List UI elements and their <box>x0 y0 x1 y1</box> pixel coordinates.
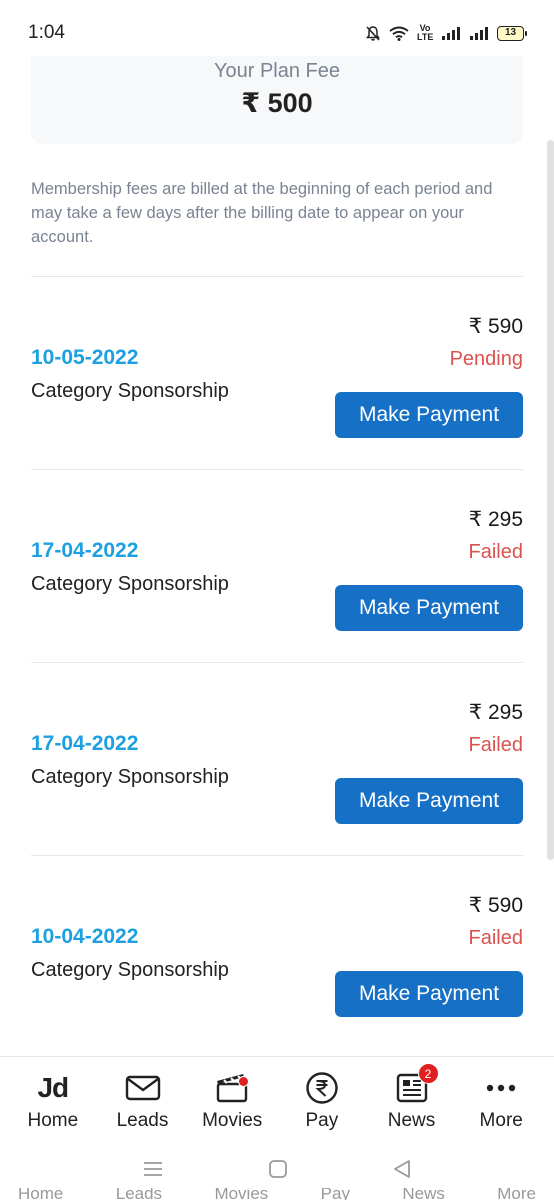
transaction-category: Category Sponsorship <box>31 573 229 595</box>
nav-item-leads[interactable]: Leads <box>98 1057 188 1138</box>
make-payment-button[interactable]: Make Payment <box>335 971 523 1017</box>
nav-label: Home <box>27 1110 79 1131</box>
transaction-category: Category Sponsorship <box>31 380 229 402</box>
menu-icon[interactable] <box>142 1160 164 1178</box>
transaction-amount: ₹ 590 <box>468 894 523 917</box>
transaction-date: 17-04-2022 <box>31 732 139 755</box>
nav-label: News <box>387 1110 436 1131</box>
nav-label: Movies <box>202 1110 263 1131</box>
nav-item-home[interactable]: Jd Home <box>8 1057 98 1138</box>
ghost-label: Movies <box>214 1188 269 1200</box>
billing-info-text: Membership fees are billed at the beginn… <box>31 180 493 246</box>
notification-dot <box>238 1076 250 1087</box>
transaction-item: ₹ 295 Failed 17-04-2022 Category Sponsor… <box>31 700 523 860</box>
transaction-category: Category Sponsorship <box>31 766 229 788</box>
ghost-label: Home <box>18 1188 64 1200</box>
jd-logo-text: Jd <box>37 1072 69 1103</box>
divider <box>31 855 523 856</box>
make-payment-button[interactable]: Make Payment <box>335 778 523 824</box>
transaction-category: Category Sponsorship <box>31 959 229 981</box>
transaction-status: Failed <box>468 734 523 756</box>
signal-icon-2 <box>470 26 488 40</box>
ghost-label: Pay <box>320 1188 350 1200</box>
bell-muted-icon <box>366 25 380 41</box>
divider <box>31 469 523 470</box>
ghost-nav-labels: Home Leads Movies Pay News More <box>0 1188 554 1200</box>
rupee-icon <box>303 1071 341 1105</box>
transaction-amount: ₹ 295 <box>468 701 523 724</box>
plan-fee-card: Your Plan Fee ₹ 500 <box>31 46 523 144</box>
transaction-status: Failed <box>468 927 523 949</box>
divider <box>31 276 523 277</box>
transaction-amount: ₹ 295 <box>468 508 523 531</box>
clapperboard-icon <box>213 1071 251 1105</box>
nav-item-pay[interactable]: Pay <box>277 1057 367 1138</box>
make-payment-button[interactable]: Make Payment <box>335 392 523 438</box>
more-dots-icon <box>482 1071 520 1105</box>
signal-icon-1 <box>442 26 460 40</box>
status-bar: 1:04 Vo LTE 13 <box>0 0 554 56</box>
transaction-item: ₹ 590 Failed 10-04-2022 Category Sponsor… <box>31 893 523 1053</box>
home-square-icon[interactable] <box>268 1159 288 1179</box>
ghost-label: Leads <box>115 1188 163 1200</box>
nav-item-news[interactable]: 2 News <box>367 1057 457 1138</box>
wifi-icon <box>389 26 409 41</box>
ghost-label: News <box>402 1188 445 1200</box>
envelope-icon <box>124 1071 162 1105</box>
transaction-item: ₹ 295 Failed 17-04-2022 Category Sponsor… <box>31 507 523 667</box>
transaction-status: Failed <box>468 541 523 563</box>
status-time: 1:04 <box>28 22 65 43</box>
nav-label: Leads <box>116 1110 169 1131</box>
battery-icon: 13 <box>497 25 527 41</box>
nav-label: Pay <box>305 1110 339 1131</box>
jd-logo-icon: Jd <box>34 1071 72 1105</box>
newspaper-icon: 2 <box>393 1063 439 1105</box>
scrollbar[interactable] <box>547 140 554 860</box>
back-triangle-icon[interactable] <box>392 1159 412 1179</box>
make-payment-button[interactable]: Make Payment <box>335 585 523 631</box>
plan-fee-label: Your Plan Fee <box>213 60 340 82</box>
news-badge: 2 <box>417 1063 439 1084</box>
transaction-date: 10-04-2022 <box>31 925 139 948</box>
nav-label: More <box>479 1110 523 1131</box>
transaction-item: ₹ 590 Pending 10-05-2022 Category Sponso… <box>31 314 523 474</box>
volte-indicator: Vo LTE <box>417 23 434 42</box>
ghost-label: More <box>497 1188 536 1200</box>
status-icons: Vo LTE 13 <box>365 23 527 42</box>
transaction-date: 10-05-2022 <box>31 346 139 369</box>
bottom-nav: Jd Home Leads Movies Pay 2 News More <box>0 1056 554 1138</box>
divider <box>31 662 523 663</box>
plan-fee-value: ₹ 500 <box>241 88 313 118</box>
transaction-amount: ₹ 590 <box>468 315 523 338</box>
transaction-date: 17-04-2022 <box>31 539 139 562</box>
nav-item-more[interactable]: More <box>456 1057 546 1138</box>
transaction-status: Pending <box>449 348 523 370</box>
nav-item-movies[interactable]: Movies <box>187 1057 277 1138</box>
